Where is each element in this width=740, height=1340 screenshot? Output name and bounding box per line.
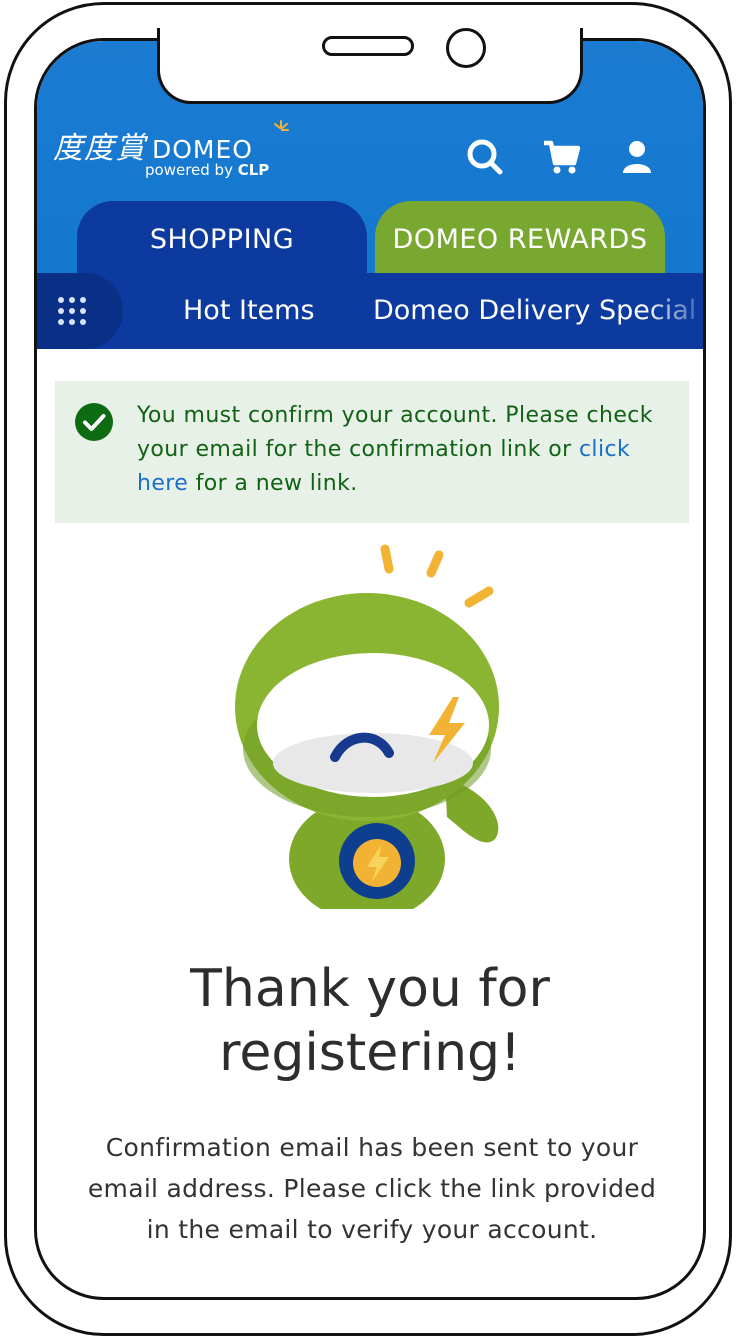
logo-powered-brand: CLP [237, 161, 270, 179]
domeo-mascot-image [235, 544, 499, 909]
search-icon[interactable] [465, 137, 505, 177]
logo-powered-prefix: powered by [145, 161, 233, 179]
confirmation-description: Confirmation email has been sent to your… [87, 1133, 657, 1244]
phone-speaker [322, 36, 414, 56]
page-title: Thank you for registering! [190, 959, 550, 1083]
logo-sun-icon [274, 120, 289, 131]
user-icon[interactable] [617, 137, 657, 177]
cart-icon[interactable] [541, 137, 581, 177]
logo-chinese-text: 度度賞 [53, 131, 146, 166]
subnav-item-hot-items[interactable]: Hot Items [183, 273, 315, 349]
phone-camera [446, 28, 486, 68]
subnav-fade [643, 273, 703, 349]
logo-brand-text: DOMEO [152, 135, 253, 164]
category-subnav: Hot Items Domeo Delivery Special [37, 273, 703, 349]
tab-shopping[interactable]: SHOPPING [77, 201, 367, 273]
phone-screen: 度度賞 DOMEO powered by CLP SHOPPING DOMEO R… [34, 38, 706, 1300]
alert-message: You must confirm your account. Please ch… [137, 399, 677, 501]
alert-text-before: You must confirm your account. Please ch… [137, 403, 653, 462]
confirm-account-alert: You must confirm your account. Please ch… [55, 381, 689, 523]
grid-menu-icon [58, 297, 86, 325]
domeo-logo[interactable]: 度度賞 DOMEO powered by CLP [53, 120, 289, 179]
logo-powered-by: powered by CLP [145, 161, 269, 179]
tab-domeo-rewards[interactable]: DOMEO REWARDS [375, 201, 665, 273]
check-circle-icon [75, 403, 113, 441]
grid-menu-button[interactable] [37, 273, 123, 349]
alert-text-after: for a new link. [188, 471, 358, 496]
